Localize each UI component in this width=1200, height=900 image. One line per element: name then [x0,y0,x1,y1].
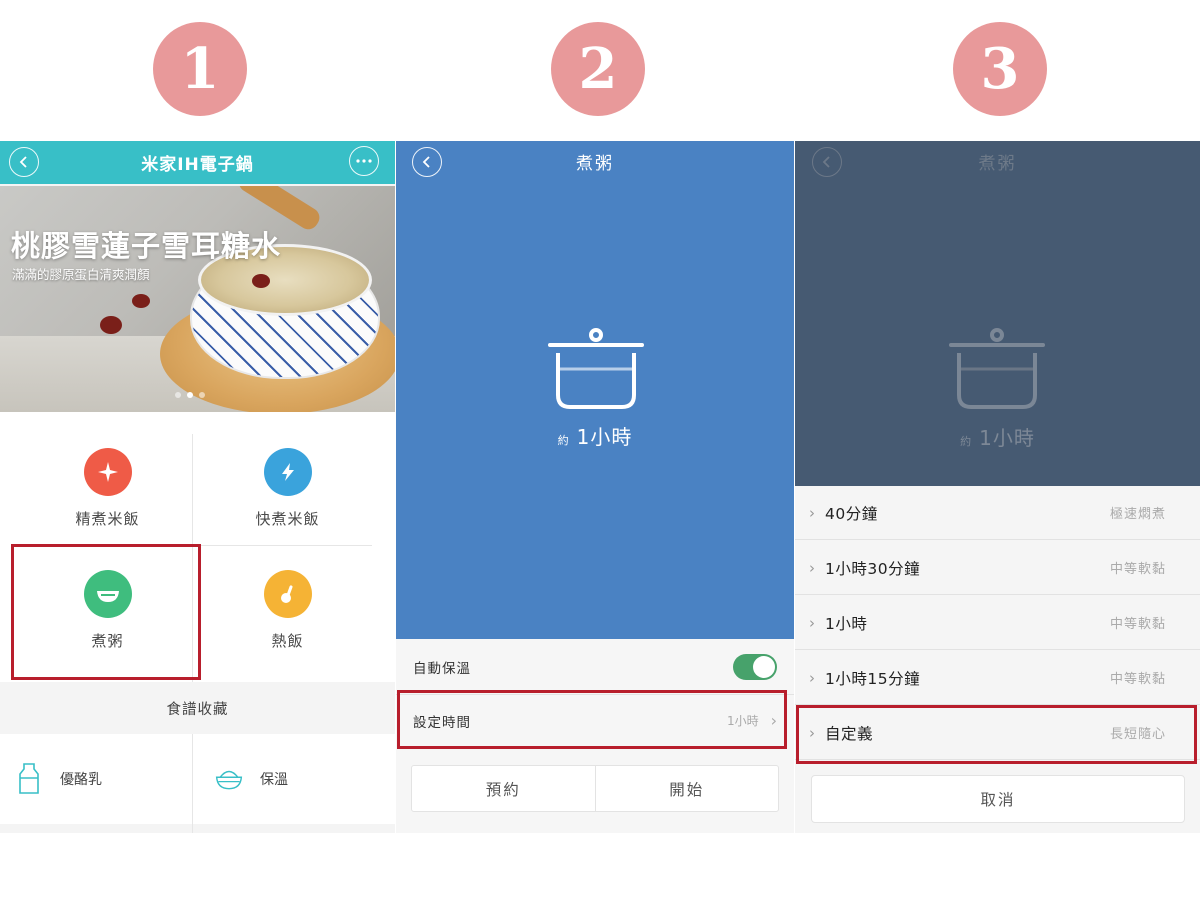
chevron-right-icon: › [809,558,815,577]
screen-home: 米家IH電子鍋 桃膠雪蓮子雪耳糖水 滿滿的膠原蛋白清爽潤顏 精煮米飯 快煮米飯 … [0,141,395,833]
mode-label: 熱飯 [271,632,304,650]
step-2-badge: 2 [551,22,645,116]
porridge-hero: 煮粥 約 1小時 [396,141,794,639]
mode-label: 精煮米飯 [75,510,140,528]
auto-keep-warm-row: 自動保溫 [396,641,794,693]
chevron-right-icon: › [809,668,815,687]
favorites-list: 優酪乳 保溫 [0,734,395,824]
time-option-label: 1小時15分鐘 [825,669,921,688]
mode-label: 快煮米飯 [255,510,320,528]
time-option-desc: 中等軟黏 [1109,617,1166,632]
favorites-divider [192,734,193,833]
start-button[interactable]: 開始 [594,766,779,811]
more-dots-icon [356,159,372,163]
rice-bowl-icon [214,762,244,796]
banner-pagination [175,392,205,398]
highlight-box [796,705,1197,764]
mode-quick-rice[interactable]: 快煮米飯 [190,412,385,532]
schedule-button[interactable]: 預約 [412,766,595,811]
time-option-label: 1小時 [825,614,868,633]
chevron-right-icon: › [809,613,815,632]
mode-fine-rice[interactable]: 精煮米飯 [10,412,205,532]
chevron-right-icon: › [809,503,815,522]
favorite-yogurt[interactable]: 優酪乳 [14,734,102,824]
favorite-label: 保溫 [260,772,288,788]
screen-porridge: 煮粥 約 1小時 自動保溫 設定時間 1小時 › 預約 開始 [396,141,794,833]
banner-subtitle: 滿滿的膠原蛋白清爽潤顏 [12,267,150,282]
step-1-badge: 1 [153,22,247,116]
time-prefix: 約 [960,435,972,448]
time-option[interactable]: › 40分鐘 極速燜煮 [795,486,1200,540]
action-buttons: 預約 開始 [411,765,779,812]
cancel-button[interactable]: 取消 [811,775,1185,823]
time-option[interactable]: › 1小時15分鐘 中等軟黏 [795,651,1200,705]
yogurt-bottle-icon [14,762,44,796]
step-3-badge: 3 [953,22,1047,116]
screen-title: 煮粥 [978,154,1017,174]
time-prefix: 約 [557,434,569,447]
time-option-desc: 中等軟黏 [1109,562,1166,577]
chevron-left-icon [19,156,27,168]
estimated-time: 約 1小時 [795,422,1200,451]
pot-icon [548,328,644,409]
sparkle-icon [83,448,132,496]
pagination-dot[interactable] [175,392,181,398]
back-button[interactable] [9,147,39,177]
time-value: 1小時 [979,426,1035,450]
time-option-desc: 中等軟黏 [1109,672,1166,687]
banner-photo-date [252,274,270,288]
pagination-dot-active[interactable] [187,392,193,398]
pagination-dot[interactable] [199,392,205,398]
mode-reheat[interactable]: 熱飯 [190,534,385,654]
auto-keep-warm-toggle[interactable] [733,654,777,680]
app-title: 米家IH電子鍋 [141,155,254,175]
favorites-title: 食譜收藏 [0,682,395,734]
time-option-label: 40分鐘 [825,504,878,523]
favorite-keep-warm[interactable]: 保溫 [214,734,288,824]
estimated-time: 約 1小時 [396,421,794,450]
screen-title: 煮粥 [576,154,614,174]
more-button[interactable] [349,146,379,176]
time-option[interactable]: › 1小時 中等軟黏 [795,596,1200,650]
favorite-label: 優酪乳 [60,772,102,788]
toggle-knob [753,656,775,678]
time-option[interactable]: › 1小時30分鐘 中等軟黏 [795,541,1200,595]
time-value: 1小時 [576,425,633,449]
banner-photo-date [132,294,150,308]
tutorial-canvas: 1 2 3 米家IH電子鍋 桃膠雪蓮子雪耳糖水 滿滿的膠原蛋白清爽潤顏 精煮米飯… [0,0,1200,900]
pot-icon [949,328,1045,409]
auto-keep-warm-label: 自動保溫 [413,661,471,677]
time-option-desc: 極速燜煮 [1109,507,1166,522]
ladle-icon [263,570,312,618]
lightning-icon [263,448,312,496]
banner-title: 桃膠雪蓮子雪耳糖水 [11,229,282,263]
banner-photo-date [100,316,122,334]
screen-time-picker: 煮粥 約 1小時 › 40分鐘 極速燜煮 › 1小時30分鐘 中等軟黏 › 1小時… [795,141,1200,833]
highlight-box [11,544,201,680]
highlight-box [397,690,787,749]
porridge-hero-dimmed: 煮粥 約 1小時 [795,141,1200,486]
recipe-banner[interactable]: 桃膠雪蓮子雪耳糖水 滿滿的膠原蛋白清爽潤顏 [0,186,395,412]
time-option-label: 1小時30分鐘 [825,559,921,578]
app-header: 米家IH電子鍋 [0,141,395,184]
